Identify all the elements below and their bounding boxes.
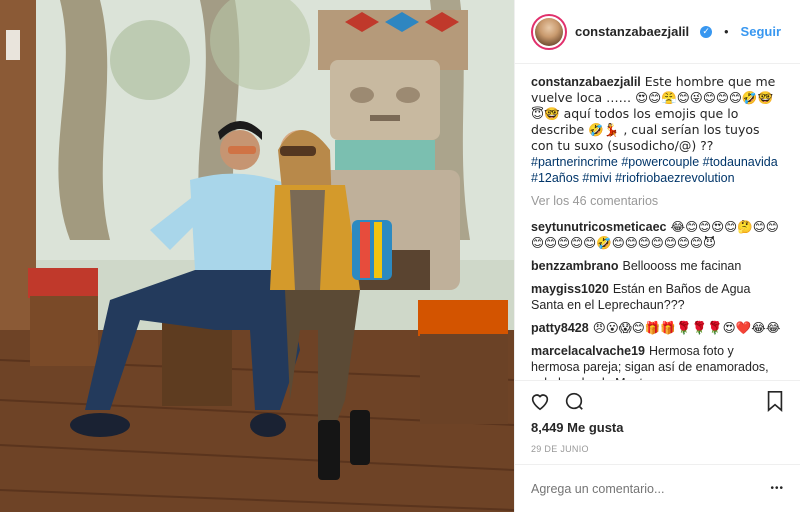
- post-panel: constanzabaezjalil ✓ • Seguir constanzab…: [514, 0, 800, 512]
- header-username[interactable]: constanzabaezjalil: [575, 24, 689, 39]
- comment-item: marcelacalvache19 Hermosa foto y hermosa …: [531, 343, 784, 380]
- avatar[interactable]: [531, 13, 567, 50]
- comment-item: maygiss1020 Están en Baños de Agua Santa …: [531, 281, 784, 313]
- comment-username[interactable]: maygiss1020: [531, 282, 609, 296]
- likes-count[interactable]: 8,449 Me gusta: [515, 420, 800, 440]
- comment-icon[interactable]: [563, 390, 585, 412]
- photo-illustration: [0, 0, 514, 512]
- post-photo[interactable]: [0, 0, 514, 512]
- bookmark-icon[interactable]: [764, 390, 786, 412]
- comment-input[interactable]: [531, 481, 751, 496]
- verified-badge-icon: ✓: [700, 25, 713, 38]
- comment-username[interactable]: benzzambrano: [531, 259, 619, 273]
- caption-username[interactable]: constanzabaezjalil: [531, 75, 641, 89]
- action-bar: [515, 380, 800, 420]
- post-header: constanzabaezjalil ✓ • Seguir: [515, 0, 800, 64]
- caption-hashtags[interactable]: #partnerincrime #powercouple #todaunavid…: [531, 155, 778, 185]
- comment-item: benzzambrano Belloooss me facinan: [531, 258, 784, 274]
- post-date: 29 DE JUNIO: [531, 444, 589, 454]
- separator-dot: •: [724, 24, 729, 39]
- comment-item: patty8428 😠😮😱😊🎁🎁🌹🌹🌹😍❤️😂😂: [531, 320, 784, 336]
- heart-icon[interactable]: [529, 390, 551, 412]
- follow-button[interactable]: Seguir: [741, 24, 781, 39]
- comment-username[interactable]: seytunutricosmeticaec: [531, 220, 666, 234]
- comments-list: constanzabaezjalil Este hombre que me vue…: [515, 64, 800, 380]
- add-comment-bar: •••: [515, 464, 800, 512]
- comment-username[interactable]: marcelacalvache19: [531, 344, 645, 358]
- more-options-icon[interactable]: •••: [770, 483, 784, 494]
- view-all-comments-link[interactable]: Ver los 46 comentarios: [531, 193, 784, 209]
- comment-username[interactable]: patty8428: [531, 321, 589, 335]
- comment-text: 😠😮😱😊🎁🎁🌹🌹🌹😍❤️😂😂: [592, 320, 781, 335]
- comment-item: seytunutricosmeticaec 😂😊😊😍😊🤔😊😊😊😊😊😊😊🤣😊😊😊😊😊…: [531, 219, 784, 251]
- comment-text: Belloooss me facinan: [622, 259, 742, 273]
- caption: constanzabaezjalil Este hombre que me vue…: [531, 74, 784, 186]
